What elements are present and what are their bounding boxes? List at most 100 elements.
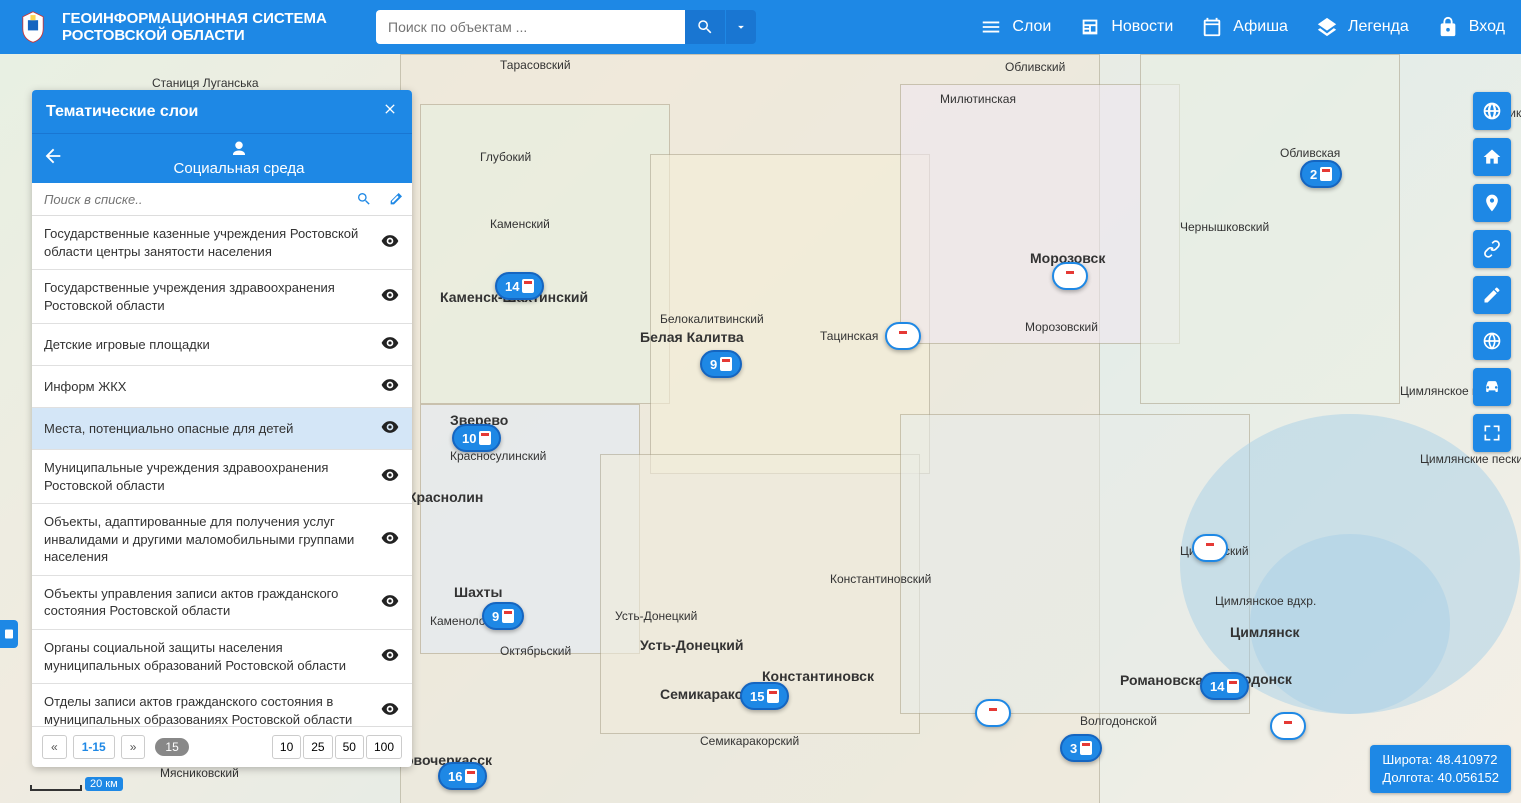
layer-item[interactable]: Отделы записи актов гражданского состоян… (32, 684, 412, 726)
map-cluster-marker[interactable]: 10 (452, 424, 501, 452)
page-size-25[interactable]: 25 (303, 735, 332, 759)
marker-icon (1482, 193, 1502, 213)
layer-item-label: Органы социальной защиты населения муниц… (44, 639, 380, 674)
calendar-icon (1201, 16, 1223, 38)
pager-prev[interactable]: « (42, 735, 67, 759)
map-single-marker[interactable] (975, 699, 1011, 727)
nav-login[interactable]: Вход (1437, 16, 1505, 38)
panel-title: Тематические слои (46, 103, 198, 121)
calendar-marker-icon (522, 279, 534, 293)
page-size-50[interactable]: 50 (335, 735, 364, 759)
layer-visibility-toggle[interactable] (380, 285, 400, 308)
layer-item[interactable]: Информ ЖКХ (32, 366, 412, 408)
layer-item[interactable]: Места, потенциально опасные для детей (32, 408, 412, 450)
map-single-marker[interactable] (1052, 262, 1088, 290)
search-button[interactable] (685, 10, 725, 44)
map-cluster-marker[interactable]: 9 (482, 602, 524, 630)
layer-item[interactable]: Государственные казенные учреждения Рост… (32, 216, 412, 270)
search-dropdown-button[interactable] (726, 10, 756, 44)
panel-filter-search-button[interactable] (348, 183, 380, 215)
layer-visibility-toggle[interactable] (380, 699, 400, 722)
tool-link[interactable] (1473, 230, 1511, 268)
map-cluster-marker[interactable]: 15 (740, 682, 789, 710)
scale-label: 20 км (85, 777, 123, 791)
panel-filter-row (32, 183, 412, 216)
page-size-10[interactable]: 10 (272, 735, 301, 759)
layer-visibility-toggle[interactable] (380, 375, 400, 398)
panel-filter-clear-button[interactable] (380, 183, 412, 215)
world-icon (1482, 331, 1502, 351)
pager-total: 15 (155, 738, 188, 756)
layers-panel: Тематические слои Социальная среда Госуд… (32, 90, 412, 767)
layer-visibility-toggle[interactable] (380, 465, 400, 488)
calendar-marker-icon (465, 769, 477, 783)
layer-item[interactable]: Муниципальные учреждения здравоохранения… (32, 450, 412, 504)
layer-item[interactable]: Объекты управления записи актов гражданс… (32, 576, 412, 630)
calendar-marker-icon (1320, 167, 1332, 181)
layer-item[interactable]: Детские игровые площадки (32, 324, 412, 366)
map-label: Романовская (1120, 672, 1211, 688)
map-single-marker[interactable] (885, 322, 921, 350)
map-label: Глубокий (480, 150, 531, 164)
layer-visibility-toggle[interactable] (380, 333, 400, 356)
calendar-marker-icon (1064, 269, 1076, 283)
main-nav: Слои Новости Афиша Легенда Вход (980, 16, 1505, 38)
panel-back-button[interactable] (42, 145, 64, 172)
layer-visibility-toggle[interactable] (380, 528, 400, 551)
layer-item[interactable]: Органы социальной защиты населения муниц… (32, 630, 412, 684)
map-single-marker[interactable] (1192, 534, 1228, 562)
tool-globe[interactable] (1473, 92, 1511, 130)
page-size-100[interactable]: 100 (366, 735, 402, 759)
map-cluster-marker[interactable]: 3 (1060, 734, 1102, 762)
calendar-marker-icon (502, 609, 514, 623)
pager-range[interactable]: 1-15 (73, 735, 115, 759)
layer-item-label: Объекты, адаптированные для получения ус… (44, 513, 380, 566)
calendar-marker-icon (897, 329, 909, 343)
map-label: Октябрьский (500, 644, 571, 658)
link-icon (1482, 239, 1502, 259)
panel-titlebar: Тематические слои (32, 90, 412, 133)
nav-legend[interactable]: Легенда (1316, 16, 1409, 38)
tool-edit[interactable] (1473, 276, 1511, 314)
sidebar-collapse-handle[interactable] (0, 620, 18, 648)
tool-globe2[interactable] (1473, 322, 1511, 360)
search-input[interactable] (376, 10, 685, 44)
nav-afisha[interactable]: Афиша (1201, 16, 1288, 38)
panel-category-bar: Социальная среда (32, 133, 412, 183)
layer-item[interactable]: Государственные учреждения здравоохранен… (32, 270, 412, 324)
layer-visibility-toggle[interactable] (380, 417, 400, 440)
tool-home[interactable] (1473, 138, 1511, 176)
eye-icon (380, 699, 400, 719)
map-label: Станиця Луганська (152, 76, 259, 90)
layer-item[interactable]: Объекты, адаптированные для получения ус… (32, 504, 412, 576)
app-title: ГЕОИНФОРМАЦИОННАЯ СИСТЕМА РОСТОВСКОЙ ОБЛ… (62, 10, 327, 45)
eye-icon (380, 375, 400, 395)
map-cluster-marker[interactable]: 14 (1200, 672, 1249, 700)
nav-news[interactable]: Новости (1079, 16, 1173, 38)
tool-marker[interactable] (1473, 184, 1511, 222)
tool-fullscreen[interactable] (1473, 414, 1511, 452)
pager-next[interactable]: » (121, 735, 146, 759)
map-cluster-marker[interactable]: 16 (438, 762, 487, 790)
map-label: Тацинская (820, 329, 878, 343)
panel-filter-input[interactable] (32, 184, 348, 215)
map-cluster-marker[interactable]: 14 (495, 272, 544, 300)
eye-icon (380, 528, 400, 548)
map-cluster-marker[interactable]: 2 (1300, 160, 1342, 188)
search-icon (696, 18, 714, 36)
panel-close-button[interactable] (382, 100, 398, 123)
layer-visibility-toggle[interactable] (380, 231, 400, 254)
tool-car[interactable] (1473, 368, 1511, 406)
layer-visibility-toggle[interactable] (380, 645, 400, 668)
map-single-marker[interactable] (1270, 712, 1306, 740)
map-cluster-marker[interactable]: 9 (700, 350, 742, 378)
map-label: Усть-Донецкий (615, 609, 697, 623)
menu-icon (980, 16, 1002, 38)
map-label: Обливский (1005, 60, 1065, 74)
nav-layers[interactable]: Слои (980, 16, 1051, 38)
map-label: Цимлянские пески (1420, 452, 1521, 466)
eye-icon (380, 285, 400, 305)
home-icon (1482, 147, 1502, 167)
layer-visibility-toggle[interactable] (380, 591, 400, 614)
layer-list[interactable]: Государственные казенные учреждения Рост… (32, 216, 412, 726)
